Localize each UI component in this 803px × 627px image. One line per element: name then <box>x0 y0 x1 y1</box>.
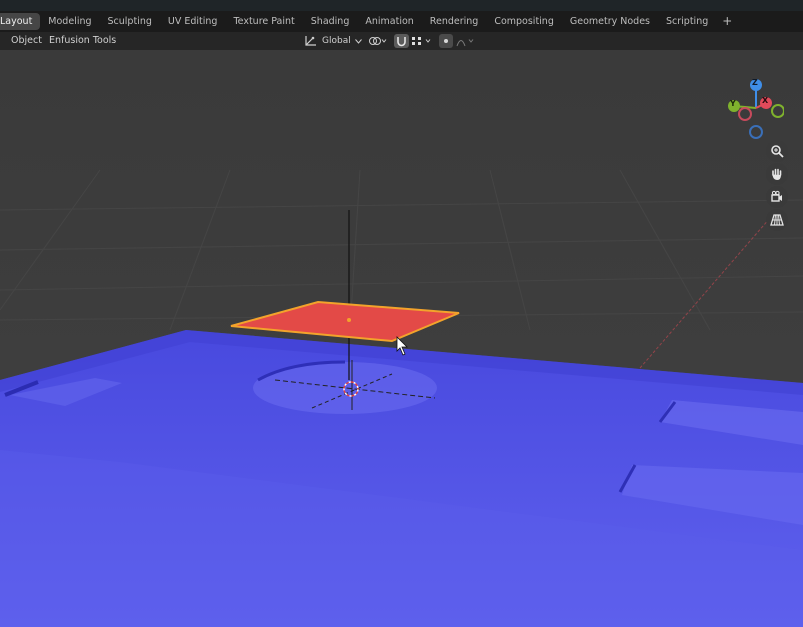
menu-enfusion-tools[interactable]: Enfusion Tools <box>49 32 116 50</box>
title-strip <box>0 0 803 11</box>
tab-scripting[interactable]: Scripting <box>658 13 716 30</box>
tab-compositing[interactable]: Compositing <box>486 13 562 30</box>
tab-animation[interactable]: Animation <box>357 13 421 30</box>
link-icon[interactable] <box>367 34 389 48</box>
chevron-down-icon <box>354 38 362 44</box>
grid-perspective-icon[interactable] <box>766 209 788 231</box>
gizmo-y-label: Y <box>730 99 736 108</box>
viewport-scene <box>0 50 803 627</box>
tab-modeling[interactable]: Modeling <box>40 13 99 30</box>
3d-viewport[interactable]: Z Y X <box>0 50 803 627</box>
zoom-icon[interactable] <box>766 140 788 162</box>
gizmo-x-label: X <box>762 96 769 105</box>
tab-texture-paint[interactable]: Texture Paint <box>225 13 302 30</box>
pivot-icon <box>304 35 318 47</box>
proportional-icon[interactable] <box>439 34 453 48</box>
falloff-curve-icon[interactable] <box>455 34 477 48</box>
tab-layout[interactable]: Layout <box>0 13 41 30</box>
menu-object[interactable]: Object <box>11 32 42 50</box>
orientation-value: Global <box>322 36 351 46</box>
grid-snap-icon[interactable] <box>410 34 434 48</box>
magnet-icon[interactable] <box>394 34 409 48</box>
tab-shading[interactable]: Shading <box>303 13 358 30</box>
tab-rendering[interactable]: Rendering <box>422 13 487 30</box>
transform-orientation-dropdown[interactable]: Global <box>302 34 362 48</box>
hand-icon[interactable] <box>766 163 788 185</box>
camera-icon[interactable] <box>766 186 788 208</box>
gizmo-z-label: Z <box>752 78 758 87</box>
object-origin-dot <box>347 318 351 322</box>
navigation-gizmo[interactable]: Z Y X <box>722 75 785 140</box>
workspace-tabs: Layout Modeling Sculpting UV Editing Tex… <box>0 11 803 32</box>
blue-mesh <box>0 330 803 627</box>
tab-geometry-nodes[interactable]: Geometry Nodes <box>562 13 658 30</box>
viewport-header: Object Enfusion Tools Global <box>0 32 803 50</box>
tab-uv-editing[interactable]: UV Editing <box>160 13 226 30</box>
plus-icon[interactable]: + <box>716 13 738 30</box>
tab-sculpting[interactable]: Sculpting <box>100 13 160 30</box>
